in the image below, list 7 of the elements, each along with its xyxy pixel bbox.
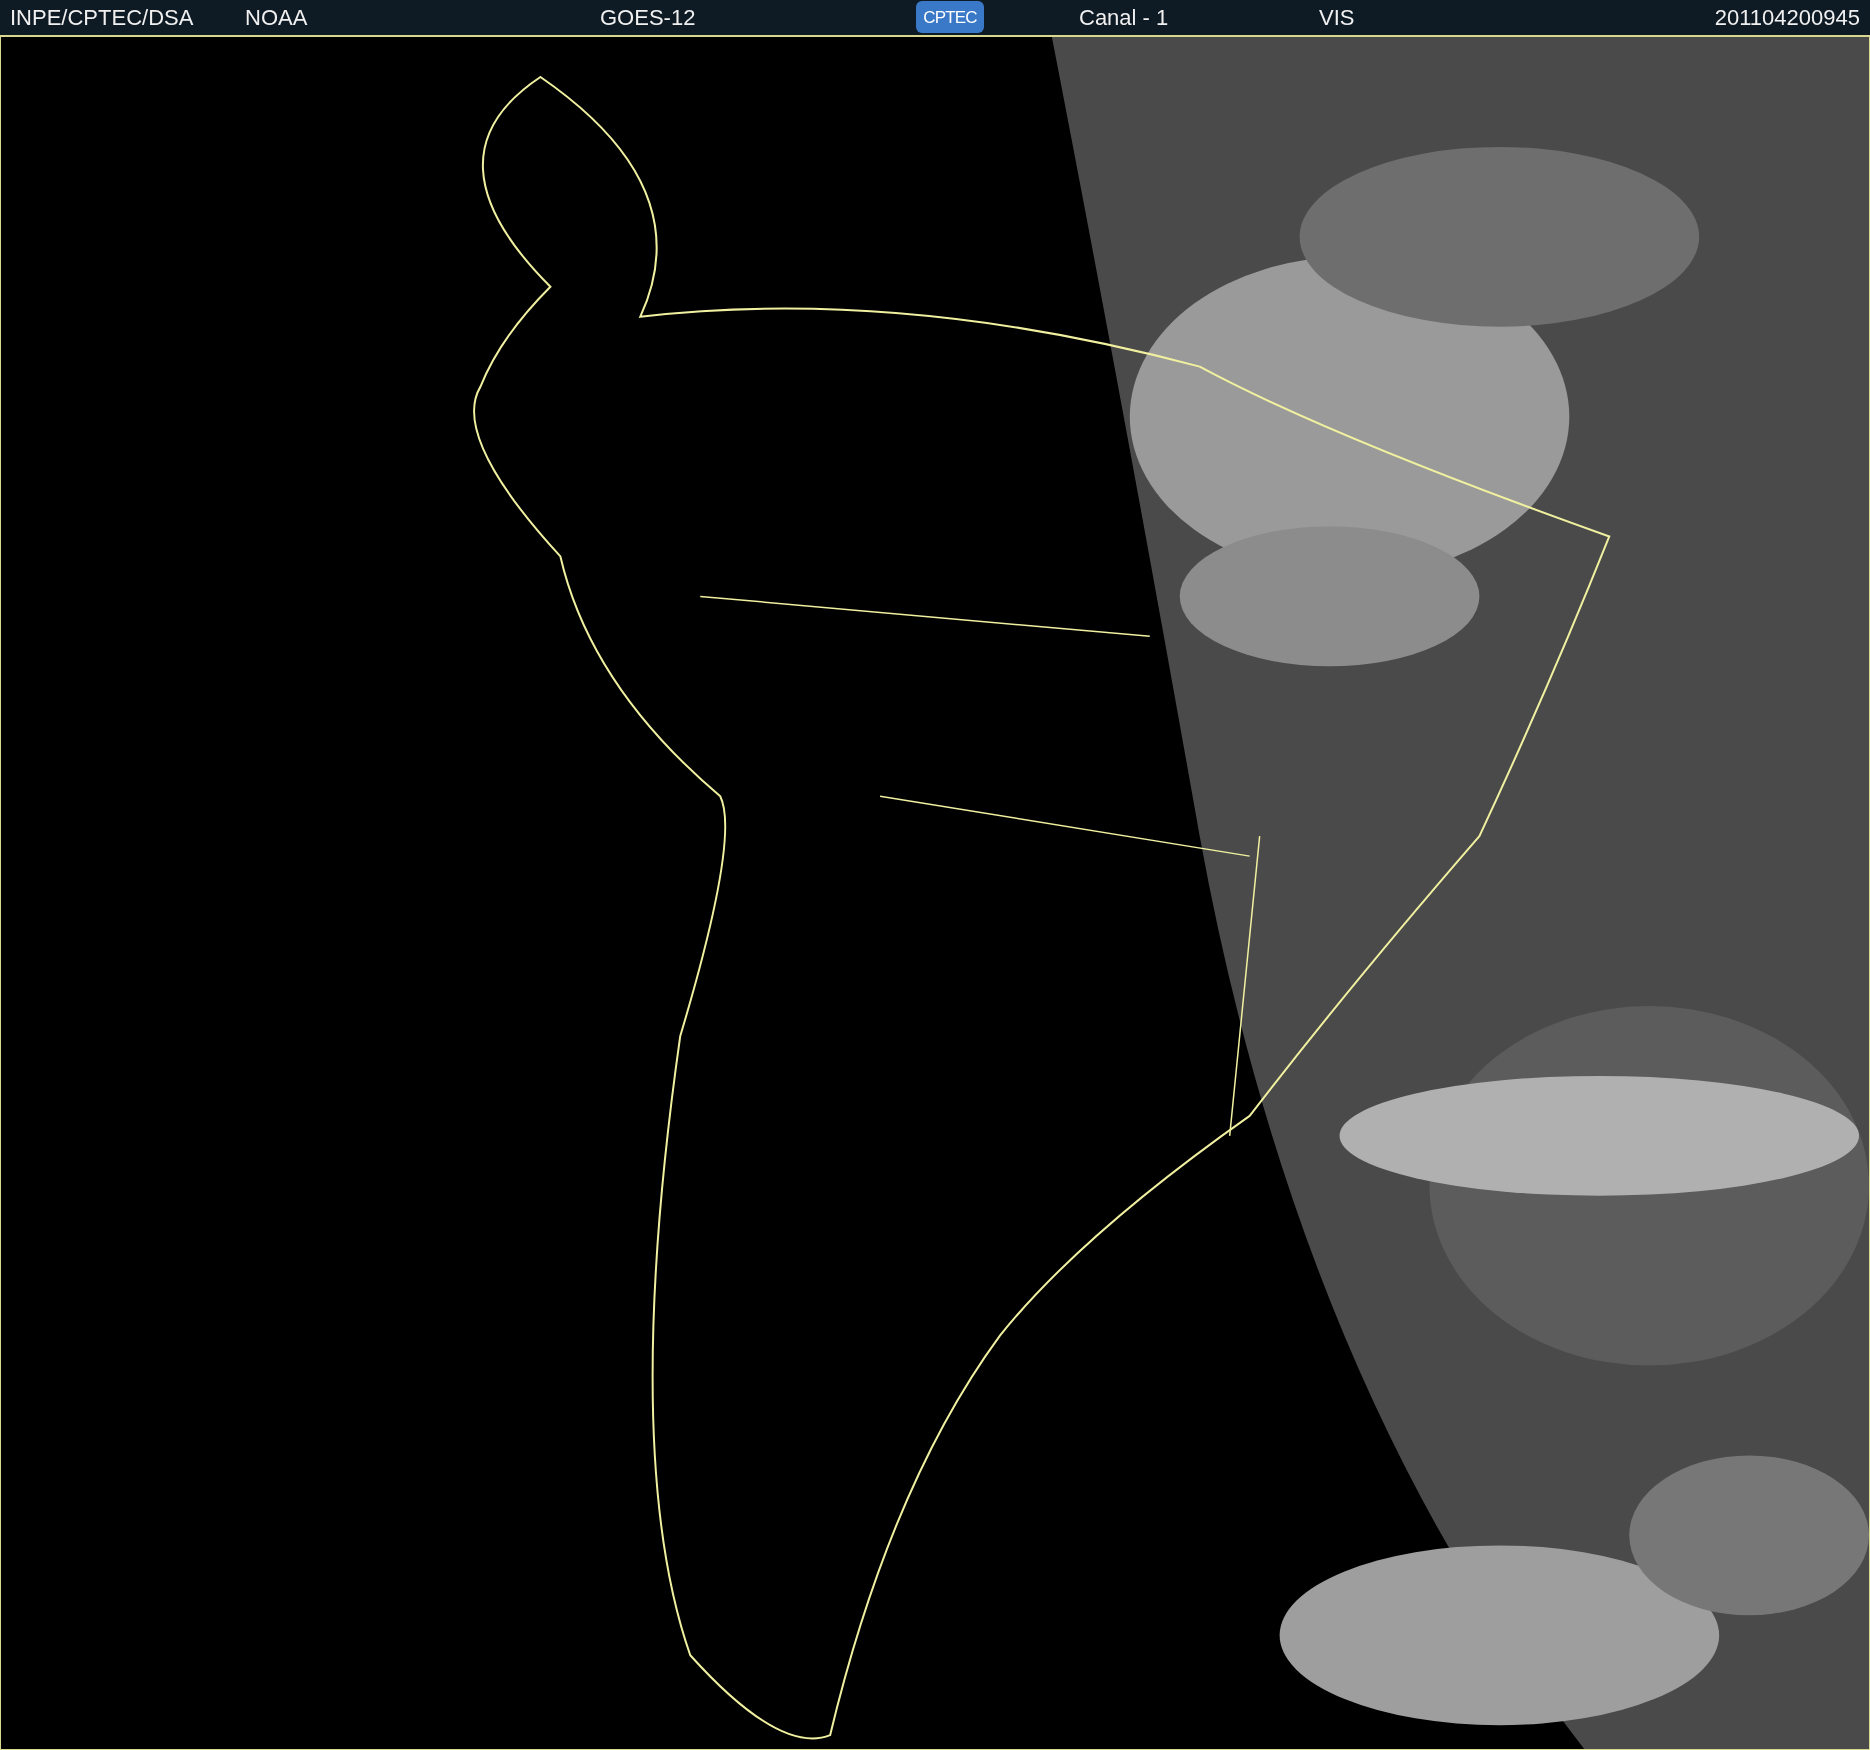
channel-label: Canal - 1 — [1079, 3, 1170, 32]
satellite-label: GOES-12 — [600, 3, 697, 32]
source-label: INPE/CPTEC/DSA — [10, 3, 195, 32]
band-label: VIS — [1319, 3, 1356, 32]
agency-label: NOAA — [245, 3, 309, 32]
timestamp-label: 201104200945 — [1714, 3, 1860, 32]
logo: CPTEC — [916, 1, 984, 34]
